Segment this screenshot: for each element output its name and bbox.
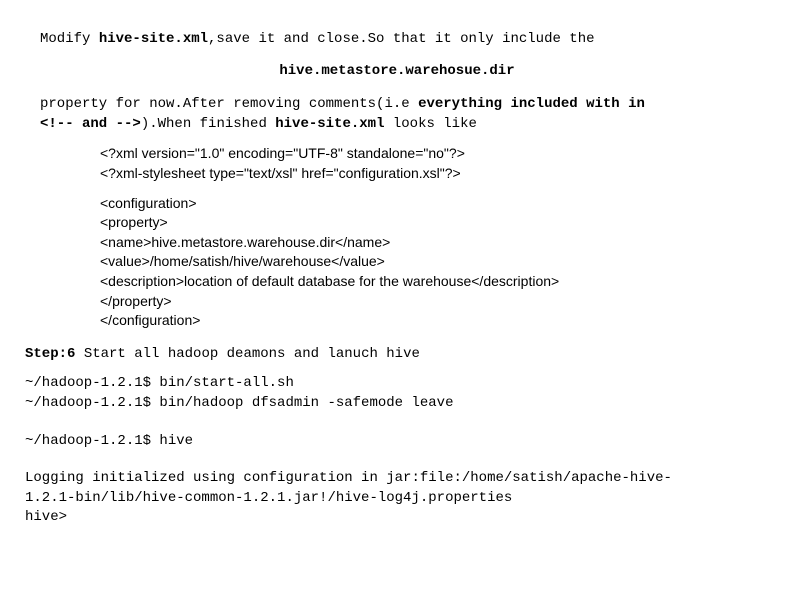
xml-line-5: <name>hive.metastore.warehouse.dir</name…: [100, 233, 769, 253]
intro-text-2: ,save it and close.So that it only inclu…: [208, 31, 594, 47]
hive-prompt: hive>: [25, 508, 769, 528]
step-6-label: Step:6: [25, 346, 75, 362]
log-line-2: 1.2.1-bin/lib/hive-common-1.2.1.jar!/hiv…: [25, 489, 769, 509]
xml-line-4: <property>: [100, 213, 769, 233]
cmd-safemode-leave: ~/hadoop-1.2.1$ bin/hadoop dfsadmin -saf…: [25, 394, 769, 414]
log-line-1: Logging initialized using configuration …: [25, 469, 769, 489]
xml-config-block: <?xml version="1.0" encoding="UTF-8" sta…: [100, 144, 769, 330]
para2-c: <!-- and -->: [40, 116, 141, 132]
xml-line-7: <description>location of default databas…: [100, 272, 769, 292]
removal-paragraph: property for now.After removing comments…: [40, 95, 769, 134]
xml-line-1: <?xml version="1.0" encoding="UTF-8" sta…: [100, 144, 769, 164]
xml-line-2: <?xml-stylesheet type="text/xsl" href="c…: [100, 164, 769, 184]
xml-line-3: <configuration>: [100, 194, 769, 214]
config-key-heading: hive.metastore.warehosue.dir: [25, 62, 769, 82]
para2-d: ).When finished: [141, 116, 275, 132]
xml-line-9: </configuration>: [100, 311, 769, 331]
para2-e: hive-site.xml: [275, 116, 384, 132]
intro-paragraph: Modify hive-site.xml,save it and close.S…: [40, 30, 769, 50]
para2-a: property for now.After removing comments…: [40, 96, 418, 112]
cmd-hive: ~/hadoop-1.2.1$ hive: [25, 432, 769, 452]
xml-line-6: <value>/home/satish/hive/warehouse</valu…: [100, 252, 769, 272]
xml-line-8: </property>: [100, 292, 769, 312]
intro-text-1: Modify: [40, 31, 99, 47]
para2-f: looks like: [384, 116, 476, 132]
step-6: Step:6 Start all hadoop deamons and lanu…: [25, 345, 769, 365]
intro-filename: hive-site.xml: [99, 31, 208, 47]
step-6-text: Start all hadoop deamons and lanuch hive: [75, 346, 419, 362]
cmd-start-all: ~/hadoop-1.2.1$ bin/start-all.sh: [25, 374, 769, 394]
para2-b: everything included with in: [418, 96, 645, 112]
